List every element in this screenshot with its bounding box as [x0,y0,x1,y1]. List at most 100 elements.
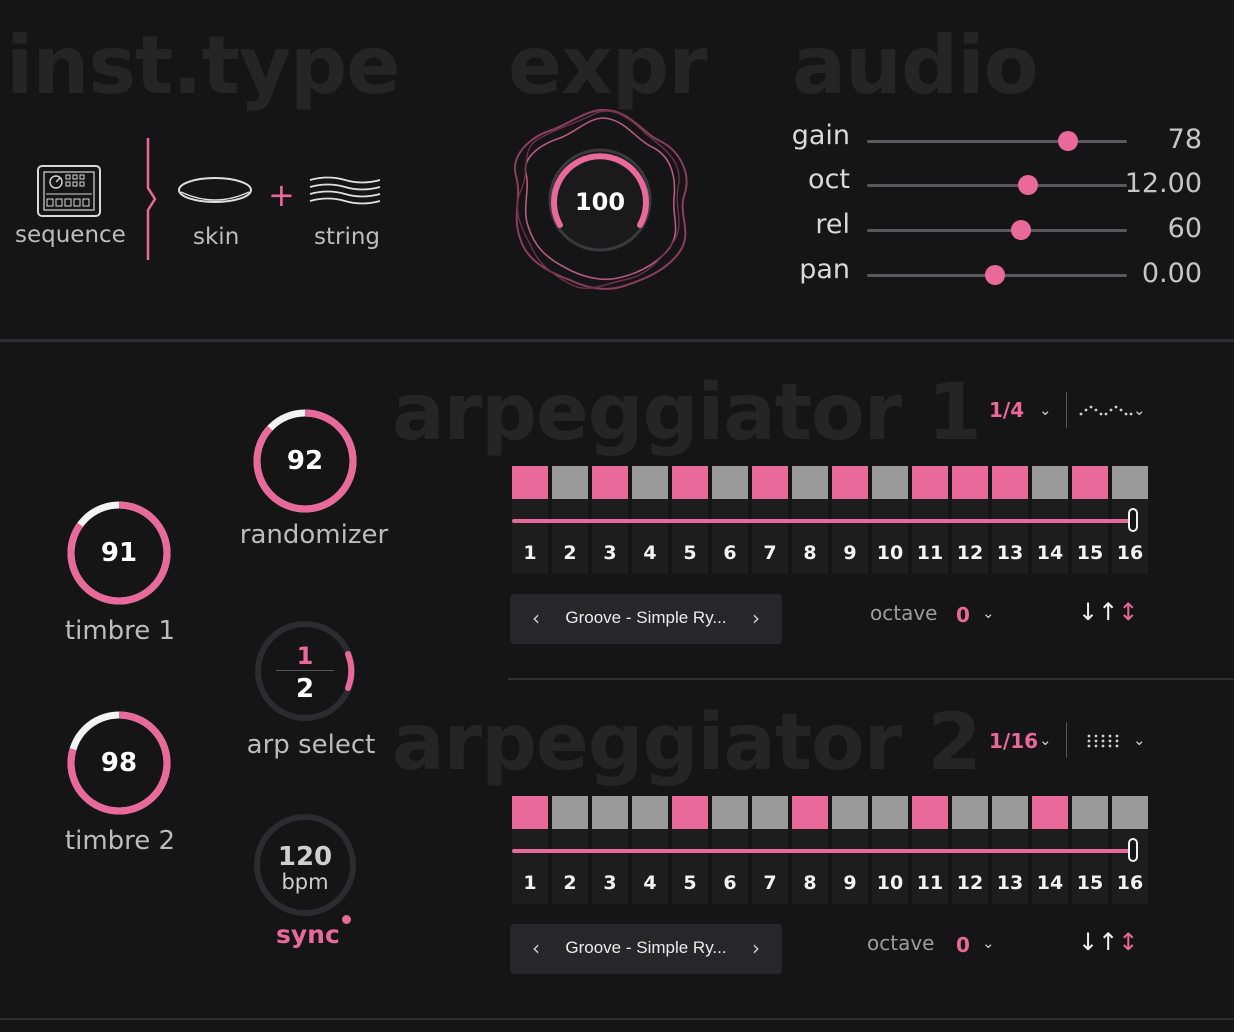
arp2-step-5[interactable] [672,796,708,829]
arp2-octave-chevron-down-icon[interactable]: ⌄ [982,934,995,952]
arp1-step-5[interactable] [672,466,708,499]
arp1-step-12[interactable] [952,466,988,499]
arp1-step-14[interactable] [1032,466,1068,499]
arp2-step-14[interactable] [1032,796,1068,829]
arp1-step-15[interactable] [1072,466,1108,499]
arp1-rate-chevron-down-icon[interactable]: ⌄ [1039,401,1052,419]
arp2-step-15[interactable] [1072,796,1108,829]
arp2-rate-chevron-down-icon[interactable]: ⌄ [1039,731,1052,749]
arp1-length-slider[interactable] [512,519,1136,523]
arp1-octave-value[interactable]: 0 [956,603,970,627]
arp1-length-handle[interactable] [1128,508,1138,532]
arp1-step-number: 2 [563,542,577,564]
timbre1-knob[interactable]: 91 [66,500,172,606]
arp1-step-1[interactable] [512,466,548,499]
arp2-step-7[interactable] [752,796,788,829]
randomizer-value: 92 [286,446,324,476]
arp2-length-slider[interactable] [512,849,1136,853]
arp2-step-number: 1 [523,872,537,894]
arp1-step-number: 12 [956,542,984,564]
arp1-step-number: 9 [843,542,857,564]
slider-thumb-pan[interactable] [985,265,1005,285]
arp2-step-9[interactable] [832,796,868,829]
slider-track-gain[interactable] [867,140,1127,143]
tempo-knob[interactable]: 120 bpm [252,812,358,918]
arp2-octave-value[interactable]: 0 [956,933,970,957]
slider-thumb-oct[interactable] [1018,175,1038,195]
randomizer-label: randomizer [239,520,389,550]
arp1-step-13[interactable] [992,466,1028,499]
arrow-updown-icon[interactable]: ↕ [1118,598,1138,626]
arp2-direction-group: ↓↑↕ [1078,928,1138,956]
slider-thumb-gain[interactable] [1058,131,1078,151]
slider-value-pan: 0.00 [1141,258,1202,289]
arp1-step-9[interactable] [832,466,868,499]
arp1-step-8[interactable] [792,466,828,499]
arp2-step-2[interactable] [552,796,588,829]
arp2-length-handle[interactable] [1128,838,1138,862]
arp1-rate-select[interactable]: 1/4 [989,398,1024,422]
arp2-step-1[interactable] [512,796,548,829]
arp2-step-4[interactable] [632,796,668,829]
slider-track-rel[interactable] [867,229,1127,232]
arp1-step-10[interactable] [872,466,908,499]
arp1-step-6[interactable] [712,466,748,499]
arp1-preset-name: Groove - Simple Ry... [565,608,727,627]
timbre2-label: timbre 2 [64,826,176,856]
arp2-step-11[interactable] [912,796,948,829]
arrow-down-icon[interactable]: ↓ [1078,598,1098,626]
arp2-step-number: 8 [803,872,817,894]
arp1-octave-chevron-down-icon[interactable]: ⌄ [982,604,995,622]
sync-button[interactable]: sync [276,920,340,949]
arp2-step-13[interactable] [992,796,1028,829]
arp1-step-2[interactable] [552,466,588,499]
arp2-header-separator [1066,722,1067,758]
arp1-step-number: 15 [1076,542,1104,564]
arrow-down-icon[interactable]: ↓ [1078,928,1098,956]
sequencer-device-icon [37,165,101,217]
arp2-step-number: 4 [643,872,657,894]
arp1-step-3[interactable] [592,466,628,499]
arrow-up-icon[interactable]: ↑ [1098,928,1118,956]
timbre2-knob[interactable]: 98 [66,710,172,816]
arp1-step-7[interactable] [752,466,788,499]
arp2-pattern-chevron-down-icon[interactable]: ⌄ [1133,731,1146,749]
sequence-selector[interactable] [36,164,102,222]
section-title-expr: expr [508,19,708,112]
arp2-step-12[interactable] [952,796,988,829]
arp1-step-number: 13 [996,542,1024,564]
arp1-step-11[interactable] [912,466,948,499]
arp1-step-number: 8 [803,542,817,564]
arp2-preset-selector[interactable]: ‹ Groove - Simple Ry... › [510,924,782,974]
skin-selector[interactable] [176,174,254,212]
arp1-pattern-chevron-down-icon[interactable]: ⌄ [1133,401,1146,419]
slider-track-oct[interactable] [867,184,1127,187]
arp2-step-3[interactable] [592,796,628,829]
arp2-next-preset-icon[interactable]: › [752,936,760,960]
string-label: string [314,224,381,250]
arp2-step-16[interactable] [1112,796,1148,829]
timbre1-label: timbre 1 [64,616,176,646]
arrow-updown-icon[interactable]: ↕ [1118,928,1138,956]
arp1-pattern-icon[interactable] [1078,400,1134,420]
arp1-preset-selector[interactable]: ‹ Groove - Simple Ry... › [510,594,782,644]
arp-select-knob[interactable]: 1 2 [254,620,360,726]
arp1-step-4[interactable] [632,466,668,499]
arp2-rate-select[interactable]: 1/16 [989,729,1038,753]
arp2-pattern-icon[interactable] [1086,733,1126,749]
slider-thumb-rel[interactable] [1011,220,1031,240]
expr-knob[interactable]: 100 [508,104,692,294]
slider-value-gain: 78 [1167,124,1202,155]
sequence-label: sequence [15,222,126,248]
arp2-step-10[interactable] [872,796,908,829]
arp1-step-16[interactable] [1112,466,1148,499]
arp2-step-6[interactable] [712,796,748,829]
arrow-up-icon[interactable]: ↑ [1098,598,1118,626]
arp2-step-8[interactable] [792,796,828,829]
arp1-next-preset-icon[interactable]: › [752,606,760,630]
string-selector[interactable] [308,176,382,210]
slider-label-oct: oct [808,164,850,195]
arp2-octave-label: octave [867,931,935,955]
expr-value: 100 [574,188,626,216]
randomizer-knob[interactable]: 92 [252,408,358,514]
